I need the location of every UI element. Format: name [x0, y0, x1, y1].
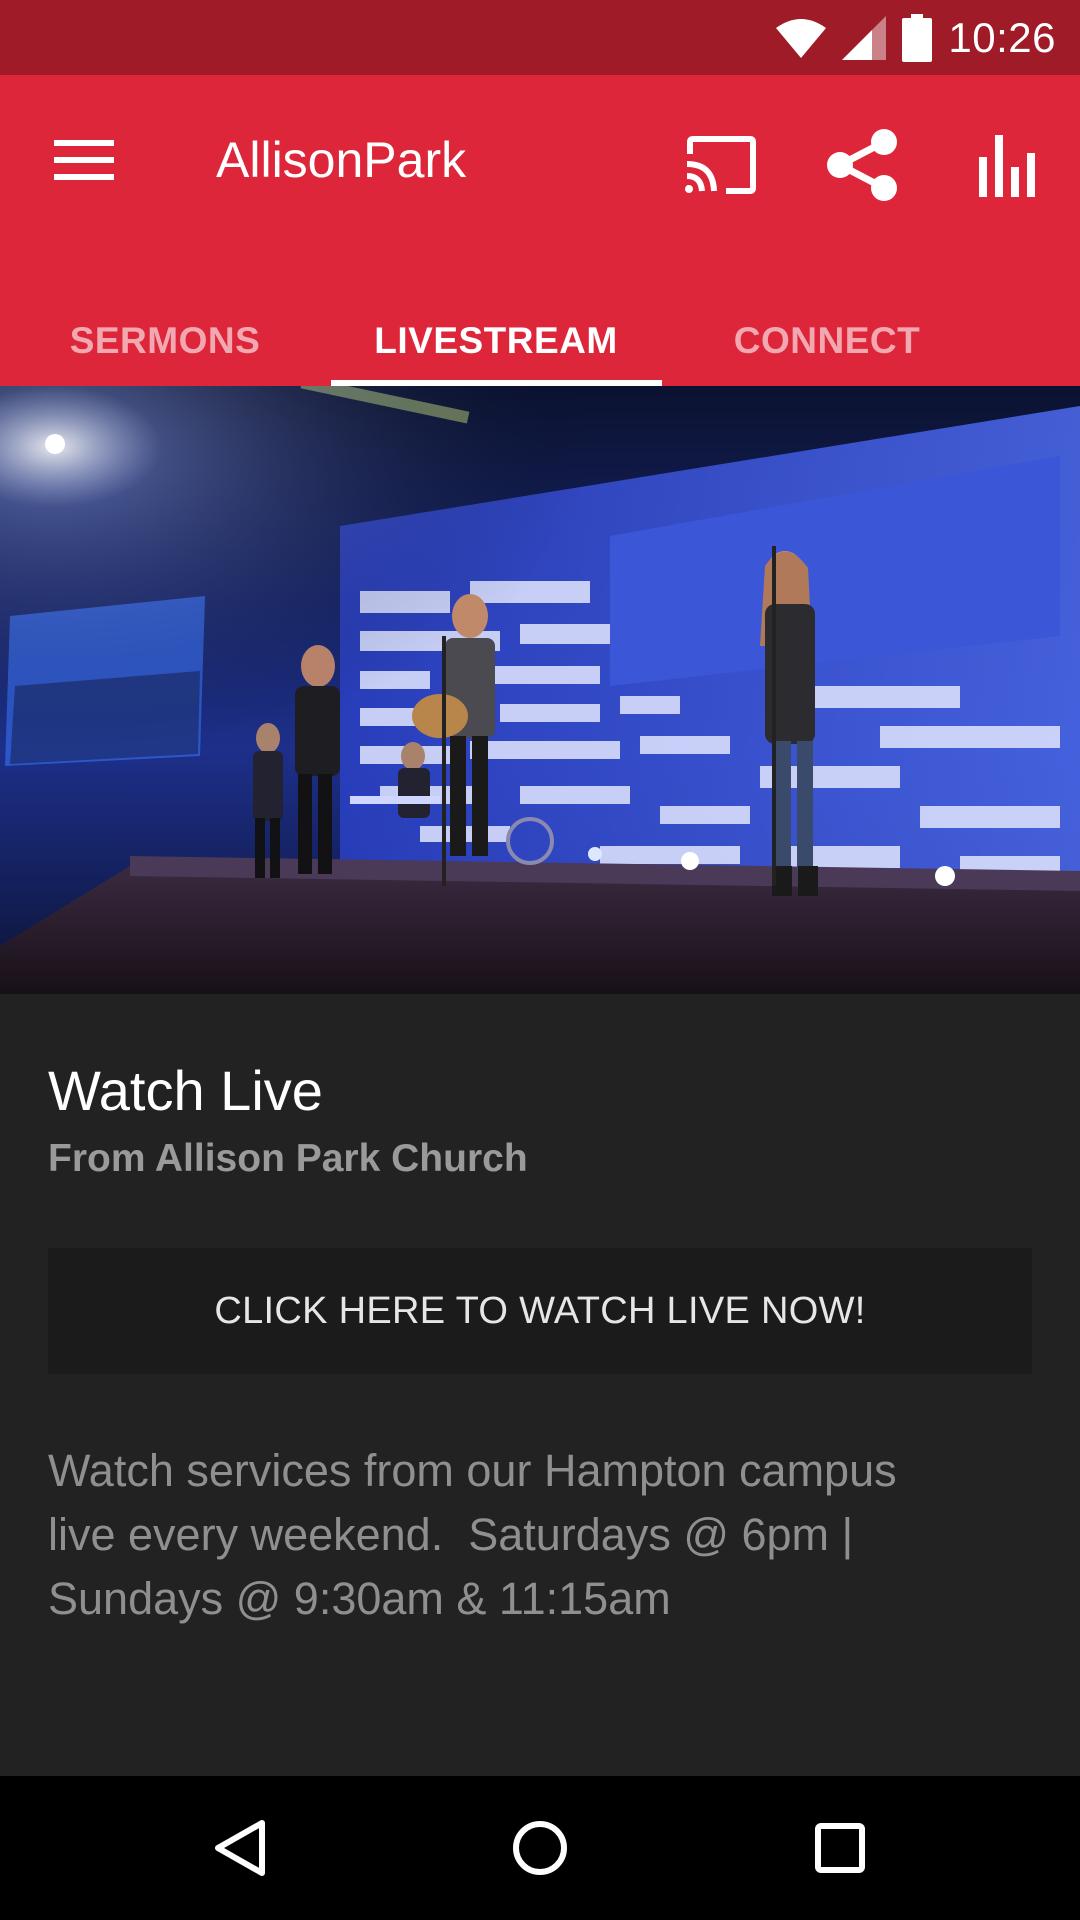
- app-bar: AllisonPark SERMONS LIVESTREAM CONNECT: [0, 75, 1080, 386]
- watch-live-title: Watch Live: [48, 1059, 323, 1122]
- tab-sermons[interactable]: SERMONS: [0, 295, 330, 386]
- home-icon: [513, 1821, 567, 1875]
- stats-button[interactable]: [962, 120, 1052, 210]
- watch-live-button[interactable]: CLICK HERE TO WATCH LIVE NOW!: [48, 1248, 1032, 1374]
- bar-chart-icon: [979, 135, 1035, 197]
- app-title: AllisonPark: [216, 132, 467, 188]
- recents-icon: [815, 1823, 865, 1873]
- status-time: 10:26: [948, 14, 1056, 61]
- menu-icon: [54, 140, 114, 180]
- signal-icon: [842, 15, 887, 60]
- tab-bar: SERMONS LIVESTREAM CONNECT: [0, 295, 1080, 386]
- share-icon: [827, 129, 897, 201]
- cast-button[interactable]: [675, 120, 765, 210]
- wifi-icon: [776, 18, 827, 58]
- back-button[interactable]: [195, 1808, 285, 1888]
- toolbar: AllisonPark: [0, 75, 1080, 245]
- cast-icon: [685, 136, 756, 194]
- tab-livestream[interactable]: LIVESTREAM: [331, 295, 661, 386]
- hero-image: [0, 386, 1080, 994]
- tab-connect[interactable]: CONNECT: [662, 295, 992, 386]
- menu-button[interactable]: [44, 125, 124, 195]
- service-times-description: Watch services from our Hampton campus l…: [48, 1445, 897, 1624]
- watch-live-subtitle: From Allison Park Church: [48, 1137, 528, 1180]
- recents-button[interactable]: [795, 1808, 885, 1888]
- home-button[interactable]: [495, 1808, 585, 1888]
- back-icon: [215, 1820, 265, 1876]
- share-button[interactable]: [818, 120, 908, 210]
- stage-photo: [0, 386, 1080, 994]
- navigation-bar: [0, 1776, 1080, 1920]
- status-icons: 10:26: [776, 0, 1056, 75]
- battery-icon: [902, 13, 933, 62]
- status-bar: 10:26: [0, 0, 1080, 75]
- livestream-content: Watch Live From Allison Park Church CLIC…: [0, 994, 1080, 1776]
